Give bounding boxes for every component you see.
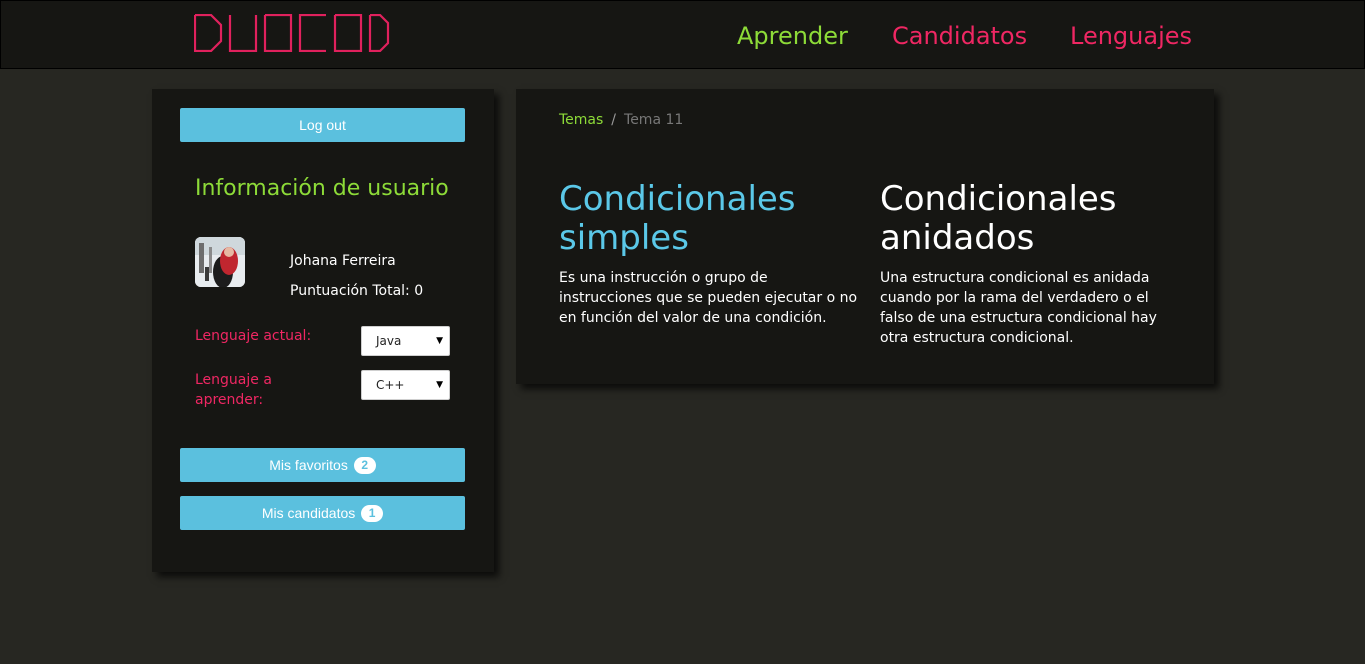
user-sidebar: Log out Información de usuario Johana Fe…	[152, 89, 494, 572]
current-language-select[interactable]: Java ▼	[361, 326, 450, 356]
nav-candidatos[interactable]: Candidatos	[892, 21, 1027, 51]
user-info-title: Información de usuario	[195, 176, 449, 201]
topic-description-anidados: Una estructura condicional es anidada cu…	[880, 270, 1157, 346]
breadcrumb-current: Tema 11	[624, 112, 684, 128]
breadcrumb: Temas / Tema 11	[559, 112, 683, 128]
candidates-count-badge: 1	[361, 505, 384, 522]
favorites-button[interactable]: Mis favoritos 2	[180, 448, 465, 482]
topic-description-simples: Es una instrucción o grupo de instruccio…	[559, 270, 858, 326]
nav-aprender[interactable]: Aprender	[737, 21, 848, 51]
nav-lenguajes[interactable]: Lenguajes	[1070, 21, 1192, 51]
learn-language-label: Lenguaje a aprender:	[195, 372, 272, 408]
logout-button[interactable]: Log out	[180, 108, 465, 142]
chevron-down-icon: ▼	[436, 336, 443, 346]
candidates-label: Mis candidatos	[261, 505, 356, 521]
favorites-count-badge: 2	[353, 457, 376, 474]
favorites-label: Mis favoritos	[269, 457, 348, 473]
learn-language-value: C++	[376, 378, 405, 392]
topic-card-simples: Condicionales simples Es una instrucción…	[559, 180, 859, 328]
current-language-label: Lenguaje actual:	[195, 328, 312, 344]
top-navbar: Aprender Candidatos Lenguajes	[0, 0, 1365, 69]
learn-language-select[interactable]: C++ ▼	[361, 370, 450, 400]
candidates-button[interactable]: Mis candidatos 1	[180, 496, 465, 530]
topic-card-anidados: Condicionales anidados Una estructura co…	[880, 180, 1180, 348]
user-score: Puntuación Total: 0	[290, 283, 424, 299]
chevron-down-icon: ▼	[436, 380, 443, 390]
topic-title-anidados[interactable]: Condicionales anidados	[880, 180, 1180, 258]
breadcrumb-separator: /	[611, 112, 617, 128]
topic-panel: Temas / Tema 11 Condicionales simples Es u…	[516, 89, 1214, 384]
topic-title-simples[interactable]: Condicionales simples	[559, 180, 859, 258]
current-language-value: Java	[376, 334, 402, 348]
breadcrumb-temas-link[interactable]: Temas	[559, 112, 603, 128]
avatar	[195, 237, 245, 287]
duocode-logo[interactable]	[193, 13, 396, 56]
user-name: Johana Ferreira	[290, 253, 396, 269]
